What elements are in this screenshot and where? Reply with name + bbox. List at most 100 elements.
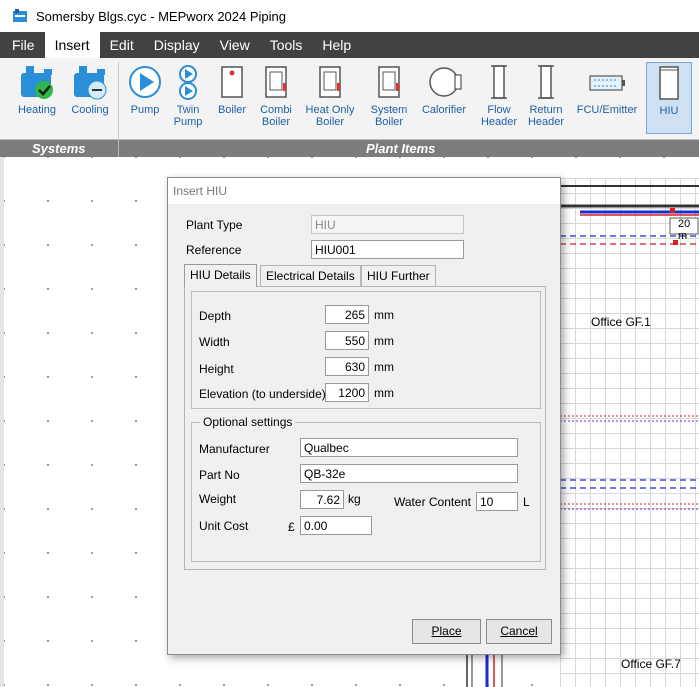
weight-unit: kg: [348, 492, 361, 506]
hiu-label: HIU: [659, 105, 679, 117]
plant-type-field: HIU: [311, 215, 464, 234]
manufacturer-label: Manufacturer: [199, 442, 270, 456]
twin-pump-button[interactable]: Twin Pump: [170, 62, 206, 134]
place-button-label: Place: [431, 624, 462, 638]
heat-only-boiler-button[interactable]: Heat Only Boiler: [300, 62, 360, 134]
tab-electrical-details[interactable]: Electrical Details: [260, 265, 361, 286]
return-header-label: Return Header: [527, 104, 565, 128]
optional-settings-title: Optional settings: [200, 415, 296, 429]
menu-display[interactable]: Display: [144, 32, 210, 58]
optional-settings-group: Optional settings Manufacturer Qualbec P…: [191, 415, 541, 562]
menu-view[interactable]: View: [210, 32, 260, 58]
hiu-icon: [649, 63, 689, 103]
unit-cost-label: Unit Cost: [199, 519, 249, 533]
cooling-button[interactable]: Cooling: [66, 62, 114, 134]
manufacturer-field[interactable]: Qualbec: [300, 438, 518, 457]
tab-hiu-further[interactable]: HIU Further: [361, 265, 436, 286]
part-no-label: Part No: [199, 468, 240, 482]
heating-button[interactable]: Heating: [14, 62, 60, 134]
reference-label: Reference: [186, 243, 242, 257]
fcu-emitter-icon: [587, 62, 627, 102]
cancel-button[interactable]: Cancel: [486, 619, 552, 644]
menu-file[interactable]: File: [0, 32, 45, 58]
weight-field[interactable]: 7.62: [300, 490, 344, 509]
width-label: Width: [199, 335, 230, 349]
boiler-button[interactable]: Boiler: [212, 62, 252, 134]
flow-header-button[interactable]: Flow Header: [478, 62, 520, 134]
window-title: Somersby Blgs.cyc - MEPworx 2024 Piping: [36, 8, 286, 24]
heating-label: Heating: [18, 104, 56, 116]
title-bar: Somersby Blgs.cyc - MEPworx 2024 Piping: [0, 0, 699, 32]
system-boiler-button[interactable]: System Boiler: [366, 62, 412, 134]
menu-insert[interactable]: Insert: [44, 32, 100, 58]
combi-boiler-icon: [256, 62, 296, 102]
cooling-system-icon: [70, 62, 110, 102]
height-field[interactable]: 630: [325, 357, 369, 376]
group-separator: [118, 140, 119, 157]
menu-bar: File Insert Edit Display View Tools Help: [0, 32, 699, 58]
group-label-systems: Systems: [32, 141, 86, 156]
system-boiler-label: System Boiler: [370, 104, 408, 128]
menu-tools[interactable]: Tools: [260, 32, 313, 58]
heating-system-icon: [17, 62, 57, 102]
dialog-title: Insert HIU: [168, 178, 560, 204]
part-no-field[interactable]: QB-32e: [300, 464, 518, 483]
group-label-plant-items: Plant Items: [366, 141, 436, 156]
depth-unit: mm: [374, 308, 394, 322]
calorifier-button[interactable]: Calorifier: [416, 62, 472, 134]
place-button[interactable]: Place: [412, 619, 481, 644]
elevation-field[interactable]: 1200: [325, 383, 369, 402]
calorifier-label: Calorifier: [421, 104, 466, 116]
dimension-label: 20 m: [678, 218, 691, 242]
height-label: Height: [199, 362, 234, 376]
twin-pump-icon: [168, 62, 208, 102]
system-boiler-icon: [369, 62, 409, 102]
ribbon-group-bar: Systems Plant Items: [0, 140, 699, 157]
combi-boiler-label: Combi Boiler: [260, 104, 292, 128]
unit-cost-field[interactable]: 0.00: [300, 516, 372, 535]
fcu-emitter-button[interactable]: FCU/Emitter: [572, 62, 642, 134]
height-unit: mm: [374, 360, 394, 374]
cancel-button-label: Cancel: [500, 624, 538, 638]
depth-field[interactable]: 265: [325, 305, 369, 324]
pump-icon: [125, 62, 165, 102]
elevation-unit: mm: [374, 386, 394, 400]
heat-only-boiler-label: Heat Only Boiler: [305, 104, 355, 128]
heat-only-boiler-icon: [310, 62, 350, 102]
depth-label: Depth: [199, 309, 232, 323]
menu-edit[interactable]: Edit: [100, 32, 144, 58]
ribbon-separator: [118, 62, 119, 140]
width-unit: mm: [374, 334, 394, 348]
weight-label: Weight: [199, 492, 237, 506]
tab-hiu-details[interactable]: HIU Details: [184, 264, 257, 287]
pipework-drawing: [560, 185, 699, 510]
flow-header-label: Flow Header: [480, 104, 518, 128]
water-content-field[interactable]: 10: [476, 492, 518, 511]
boiler-label: Boiler: [217, 104, 247, 116]
boiler-icon: [212, 62, 252, 102]
menu-help[interactable]: Help: [312, 32, 361, 58]
app-icon: [13, 9, 27, 22]
insert-hiu-dialog: Insert HIU Plant Type HIU Reference HIU0…: [167, 177, 561, 655]
combi-boiler-button[interactable]: Combi Boiler: [256, 62, 296, 134]
elevation-label: Elevation (to underside): [199, 387, 326, 401]
cooling-label: Cooling: [71, 104, 109, 116]
reference-field[interactable]: HIU001: [311, 240, 464, 259]
pump-button[interactable]: Pump: [124, 62, 166, 134]
hiu-button[interactable]: HIU: [646, 62, 692, 134]
canvas-left-edge: [0, 157, 4, 687]
width-field[interactable]: 550: [325, 331, 369, 350]
ribbon: Heating Cooling Pump Twin Pump Boiler Co…: [0, 58, 699, 140]
return-header-icon: [526, 62, 566, 102]
currency-symbol: £: [288, 520, 295, 534]
water-content-label: Water Content: [394, 495, 471, 509]
pipe-riser-drawing: [466, 655, 503, 687]
pump-label: Pump: [130, 104, 160, 116]
building-plan[interactable]: Office GF.1 20 m Office GF.7: [560, 178, 699, 687]
dimensions-group: Depth 265 mm Width 550 mm Height 630 mm …: [191, 291, 541, 409]
plant-type-label: Plant Type: [186, 218, 243, 232]
return-header-button[interactable]: Return Header: [524, 62, 568, 134]
hiu-details-panel: Depth 265 mm Width 550 mm Height 630 mm …: [184, 286, 546, 570]
flow-header-icon: [479, 62, 519, 102]
calorifier-icon: [424, 62, 464, 102]
